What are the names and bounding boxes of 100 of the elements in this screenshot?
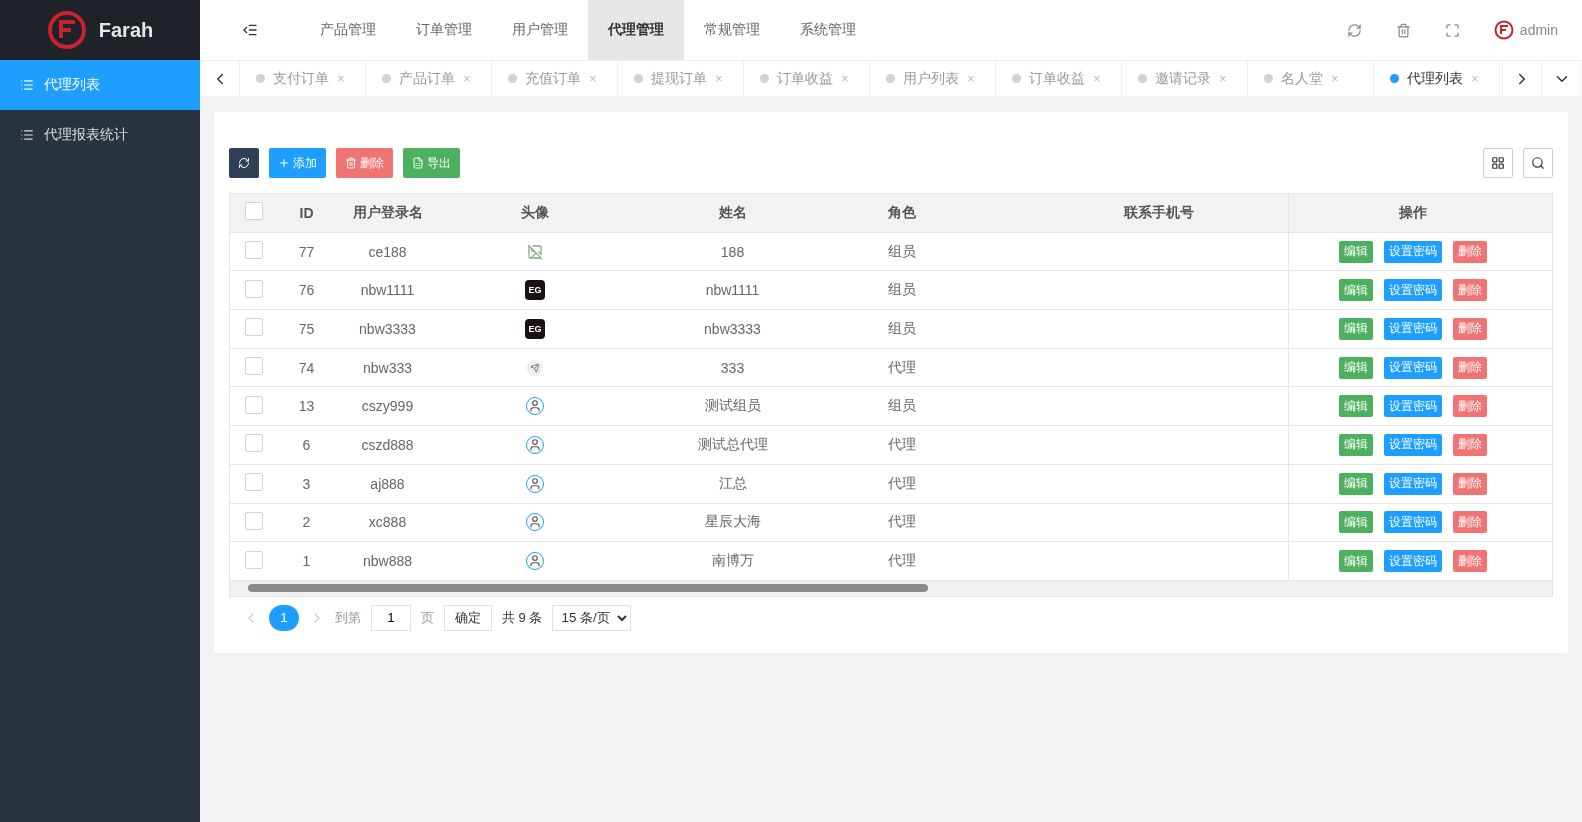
close-icon[interactable]: × (1471, 71, 1479, 86)
page-tab[interactable]: 订单收益 × (996, 61, 1122, 96)
close-icon[interactable]: × (463, 71, 471, 86)
set-password-button[interactable]: 设置密码 (1383, 550, 1442, 573)
close-icon[interactable]: × (715, 71, 723, 86)
set-password-button[interactable]: 设置密码 (1383, 395, 1442, 418)
delete-button[interactable]: 删除 (1452, 550, 1487, 573)
page-tab[interactable]: 订单收益 × (744, 61, 870, 96)
column-header: 用户登录名 (351, 203, 424, 222)
delete-button[interactable]: 删除 (1452, 433, 1487, 456)
export-button[interactable]: 导出 (403, 148, 460, 178)
menu-item[interactable]: 常规管理 (684, 0, 780, 60)
fullscreen-icon[interactable] (1444, 22, 1460, 38)
menu-item[interactable]: 用户管理 (492, 0, 588, 60)
checkbox[interactable] (245, 550, 263, 569)
trash-icon[interactable] (1395, 22, 1411, 38)
close-icon[interactable]: × (1331, 71, 1339, 86)
table-cell-text: ce188 (367, 243, 408, 260)
confirm-button[interactable]: 确定 (444, 604, 492, 631)
close-icon[interactable]: × (967, 71, 975, 86)
close-icon[interactable]: × (337, 71, 345, 86)
table-cell-text: 测试总代理 (696, 435, 769, 454)
sidebar-item[interactable]: 代理报表统计 (0, 110, 200, 160)
total-count: 共 9 条 (502, 608, 543, 627)
page-tab[interactable]: 邀请记录 × (1122, 61, 1248, 96)
set-password-button[interactable]: 设置密码 (1383, 279, 1442, 302)
close-icon[interactable]: × (1219, 71, 1227, 86)
page-input[interactable]: 1 (371, 604, 411, 631)
edit-button[interactable]: 编辑 (1338, 356, 1373, 379)
list-icon (20, 78, 34, 92)
table-cell-text: 77 (297, 243, 316, 260)
page-size-select[interactable]: 15 条/页 (552, 604, 632, 631)
refresh-button[interactable] (229, 148, 259, 178)
checkbox[interactable] (245, 511, 263, 530)
delete-button[interactable]: 删除 (1452, 317, 1487, 340)
paper-plane-icon (527, 359, 543, 376)
page-tab[interactable]: 提现订单 × (618, 61, 744, 96)
set-password-button[interactable]: 设置密码 (1383, 317, 1442, 340)
search-button[interactable] (1523, 148, 1553, 178)
set-password-button[interactable]: 设置密码 (1383, 356, 1442, 379)
sidebar-item[interactable]: 代理列表 (0, 60, 200, 110)
page-tab[interactable]: 支付订单 × (240, 61, 366, 96)
checkbox[interactable] (245, 279, 263, 298)
user-name[interactable]: admin (1519, 22, 1558, 38)
close-icon[interactable]: × (1093, 71, 1101, 86)
column-header: 姓名 (717, 203, 748, 222)
menu-item[interactable]: 订单管理 (396, 0, 492, 60)
edit-button[interactable]: 编辑 (1338, 472, 1373, 495)
delete-button[interactable]: 删除 (1452, 395, 1487, 418)
close-icon[interactable]: × (589, 71, 597, 86)
table-cell-text: nbw1111 (359, 282, 416, 299)
add-button[interactable]: 添加 (269, 148, 326, 178)
table-cell-text: 75 (297, 320, 316, 337)
set-password-button[interactable]: 设置密码 (1383, 240, 1442, 263)
edit-button[interactable]: 编辑 (1338, 433, 1373, 456)
refresh-icon[interactable] (1346, 22, 1362, 38)
set-password-button[interactable]: 设置密码 (1383, 511, 1442, 534)
page-tab[interactable]: 用户列表 × (870, 61, 996, 96)
delete-button[interactable]: 删除 (1452, 472, 1487, 495)
table-cell-text: 组员 (887, 242, 917, 261)
close-icon[interactable]: × (841, 71, 849, 86)
checkbox[interactable] (245, 318, 263, 337)
delete-button[interactable]: 删除 (1452, 240, 1487, 263)
checkbox[interactable] (245, 434, 263, 453)
menu-fold-icon[interactable] (242, 22, 258, 38)
edit-button[interactable]: 编辑 (1338, 395, 1373, 418)
menu-item[interactable]: 产品管理 (300, 0, 396, 60)
page-tab[interactable]: 名人堂 × (1248, 61, 1374, 96)
column-header: 头像 (520, 203, 550, 222)
checkbox[interactable] (245, 241, 263, 260)
delete-button[interactable]: 删除 (336, 148, 393, 178)
delete-button[interactable]: 删除 (1452, 356, 1487, 379)
checkbox[interactable] (245, 202, 263, 221)
edit-button[interactable]: 编辑 (1338, 240, 1373, 263)
refresh-icon (238, 157, 250, 169)
checkbox[interactable] (245, 357, 263, 376)
edit-button[interactable]: 编辑 (1338, 511, 1373, 534)
delete-button[interactable]: 删除 (1452, 279, 1487, 302)
page-tab[interactable]: 代理列表 × (1374, 61, 1500, 96)
edit-button[interactable]: 编辑 (1338, 317, 1373, 340)
table-cell-text: nbw888 (361, 553, 413, 570)
menu-item[interactable]: 代理管理 (588, 0, 684, 60)
table-cell-text: 测试组员 (703, 397, 762, 416)
table-cell-text: 3 (301, 475, 312, 492)
logo-avatar: EG (525, 318, 545, 339)
edit-button[interactable]: 编辑 (1338, 550, 1373, 573)
set-password-button[interactable]: 设置密码 (1383, 472, 1442, 495)
checkbox[interactable] (245, 473, 263, 492)
table-cell-text: 组员 (887, 319, 917, 338)
columns-button[interactable] (1483, 148, 1513, 178)
page-tab[interactable]: 产品订单 × (366, 61, 492, 96)
menu-item[interactable]: 系统管理 (780, 0, 876, 60)
set-password-button[interactable]: 设置密码 (1383, 433, 1442, 456)
page-number[interactable]: 1 (269, 604, 299, 631)
spreadsheet-icon (412, 157, 424, 169)
checkbox[interactable] (245, 395, 263, 414)
page-tab[interactable]: 充值订单 × (492, 61, 618, 96)
table-cell-text: 333 (719, 359, 746, 376)
delete-button[interactable]: 删除 (1452, 511, 1487, 534)
edit-button[interactable]: 编辑 (1338, 279, 1373, 302)
